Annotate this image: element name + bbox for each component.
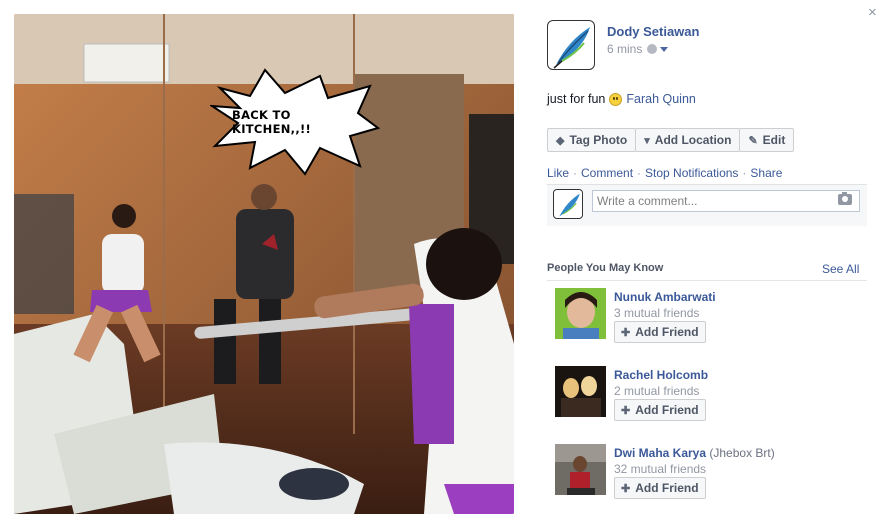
separator: · [637, 166, 642, 180]
comment-link[interactable]: Comment [581, 166, 633, 180]
mutual-friends[interactable]: 2 mutual friends [614, 384, 699, 398]
add-friend-label: Add Friend [635, 325, 699, 339]
separator: · [742, 166, 747, 180]
add-location-button[interactable]: ▾ Add Location [635, 128, 741, 152]
speech-bubble-text: BACK TO KITCHEN,,!! [232, 108, 312, 136]
globe-icon[interactable] [647, 44, 658, 54]
person-alias: (Jhebox Brt) [709, 446, 775, 460]
author-avatar[interactable] [547, 20, 595, 70]
like-link[interactable]: Like [547, 166, 569, 180]
person-name[interactable]: Rachel Holcomb [614, 368, 708, 382]
person-name-text: Dwi Maha Karya [614, 446, 707, 460]
pymk-person: Rachel Holcomb 2 mutual friends ✚ Add Fr… [555, 366, 855, 426]
add-friend-button[interactable]: ✚ Add Friend [614, 399, 706, 421]
chevron-down-icon[interactable] [660, 46, 669, 52]
post-timestamp[interactable]: 6 mins [607, 42, 642, 56]
photo-actions: ◆ Tag Photo ▾ Add Location ✎ Edit [547, 128, 795, 152]
pymk-title: People You May Know [547, 262, 664, 274]
status-text: just for fun [547, 92, 606, 106]
person-photo[interactable] [555, 444, 606, 495]
edit-button[interactable]: ✎ Edit [739, 128, 795, 152]
person-photo[interactable] [555, 288, 606, 339]
add-friend-button[interactable]: ✚ Add Friend [614, 477, 706, 499]
feather-logo-icon [553, 27, 590, 69]
comment-input[interactable] [592, 190, 860, 212]
edit-label: Edit [762, 133, 786, 147]
divider [547, 280, 867, 281]
mutual-friends[interactable]: 3 mutual friends [614, 306, 699, 320]
comment-composer [547, 184, 867, 226]
separator: · [573, 166, 578, 180]
add-friend-icon: ✚ [621, 404, 631, 417]
ufi-links: Like · Comment · Stop Notifications · Sh… [547, 166, 782, 180]
tag-icon: ◆ [556, 134, 565, 147]
see-all-link[interactable]: See All [822, 262, 859, 276]
person-name[interactable]: Nunuk Ambarwati [614, 290, 716, 304]
author-name[interactable]: Dody Setiawan [607, 24, 699, 39]
tagged-person-link[interactable]: Farah Quinn [626, 92, 695, 106]
add-friend-label: Add Friend [635, 481, 699, 495]
add-location-label: Add Location [654, 133, 732, 147]
pencil-icon: ✎ [748, 134, 758, 147]
location-pin-icon: ▾ [644, 134, 650, 147]
mutual-friends[interactable]: 32 mutual friends [614, 462, 706, 476]
person-name[interactable]: Dwi Maha Karya (Jhebox Brt) [614, 446, 775, 460]
person-photo[interactable] [555, 366, 606, 417]
close-icon[interactable]: × [868, 4, 877, 21]
add-friend-label: Add Friend [635, 403, 699, 417]
post-header: Dody Setiawan 6 mins [547, 20, 699, 70]
tag-photo-button[interactable]: ◆ Tag Photo [547, 128, 637, 152]
camera-icon[interactable] [838, 192, 852, 205]
tag-photo-label: Tag Photo [569, 133, 628, 147]
smiley-emoji-icon [609, 92, 623, 106]
feather-logo-icon [559, 193, 580, 217]
share-link[interactable]: Share [750, 166, 782, 180]
add-friend-icon: ✚ [621, 326, 631, 339]
post-status: just for fun Farah Quinn [547, 92, 696, 106]
add-friend-icon: ✚ [621, 482, 631, 495]
stop-notifications-link[interactable]: Stop Notifications [645, 166, 738, 180]
photo-stage: BACK TO KITCHEN,,!! [0, 0, 530, 525]
add-friend-button[interactable]: ✚ Add Friend [614, 321, 706, 343]
viewer-avatar [553, 189, 583, 219]
pymk-person: Nunuk Ambarwati 3 mutual friends ✚ Add F… [555, 288, 855, 348]
pymk-person: Dwi Maha Karya (Jhebox Brt) 32 mutual fr… [555, 444, 855, 504]
